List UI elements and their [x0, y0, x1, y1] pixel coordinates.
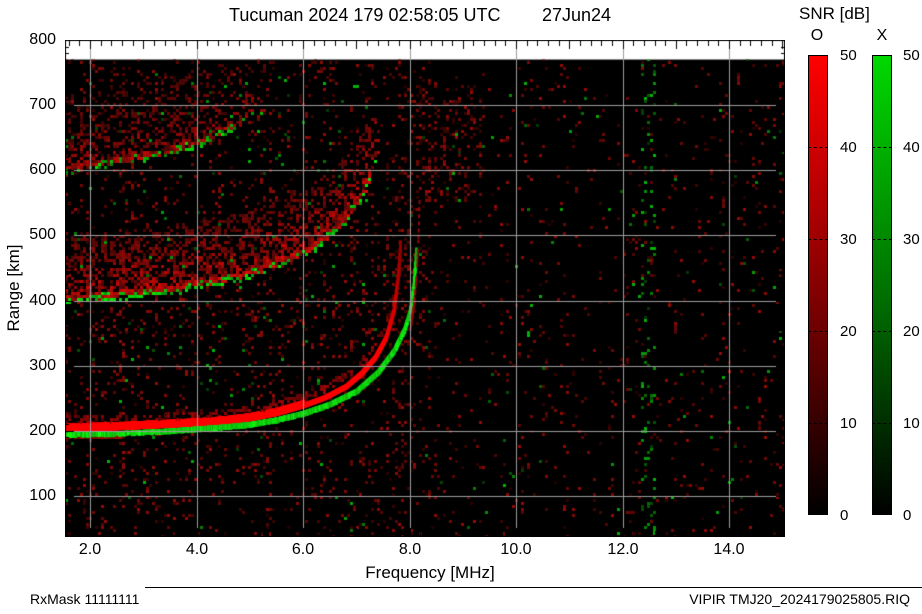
- x-axis-label: Frequency [MHz]: [365, 563, 495, 582]
- data-file-label: VIPIR TMJ20_2024179025805.RIQ: [689, 591, 910, 607]
- colorbar-tick-label: 0: [903, 507, 912, 524]
- colorbar-tick-dash: [872, 239, 892, 240]
- y-tick-label: 500: [29, 226, 56, 243]
- x-tick-label: 4.0: [185, 541, 209, 558]
- colorbar-tick-dash: [808, 147, 828, 148]
- colorbar-tick-label: 10: [903, 415, 920, 432]
- y-tick-label: 200: [29, 422, 56, 439]
- x-tick-label: 2.0: [78, 541, 102, 558]
- x-tick-label: 10.0: [500, 541, 532, 558]
- colorbar-tick-dash: [872, 423, 892, 424]
- colorbar-tick-label: 40: [903, 139, 920, 156]
- colorbar-o-gradient: [808, 55, 828, 515]
- colorbar-tick-label: 50: [903, 47, 920, 64]
- colorbar-tick-dash: [808, 239, 828, 240]
- y-axis-label: Range [km]: [4, 244, 23, 332]
- y-tick-label: 300: [29, 357, 56, 374]
- colorbar-tick-label: 40: [840, 139, 857, 156]
- colorbar-tick-label: 20: [903, 323, 920, 340]
- y-tick-label: 100: [29, 487, 56, 504]
- colorbar-title: SNR [dB]: [799, 4, 870, 23]
- colorbar-o-label: O: [810, 27, 824, 44]
- x-tick-label: 6.0: [291, 541, 315, 558]
- colorbar-x-gradient: [872, 55, 892, 515]
- plot-date: 27Jun24: [542, 5, 612, 25]
- colorbar-tick-label: 30: [903, 231, 920, 248]
- y-tick-label: 400: [29, 292, 56, 309]
- colorbar-tick-dash: [872, 331, 892, 332]
- x-tick-label: 12.0: [607, 541, 639, 558]
- colorbar-x-label: X: [876, 27, 888, 44]
- colorbar-tick-dash: [872, 147, 892, 148]
- y-tick-label: 800: [29, 31, 56, 48]
- colorbar-tick-label: 30: [840, 231, 857, 248]
- colorbar-tick-label: 50: [840, 47, 857, 64]
- ionogram-canvas: [65, 40, 785, 537]
- colorbar-tick-dash: [808, 331, 828, 332]
- rxmask-label: RxMask 11111111: [30, 591, 140, 607]
- plot-title: Tucuman 2024 179 02:58:05 UTC: [229, 5, 501, 25]
- colorbar-tick-label: 0: [840, 507, 849, 524]
- colorbar-tick-label: 10: [840, 415, 857, 432]
- colorbar-tick-label: 20: [840, 323, 857, 340]
- ionogram-figure: Tucuman 2024 179 02:58:05 UTC 27Jun24 Ra…: [0, 0, 922, 614]
- colorbar-tick-dash: [808, 423, 828, 424]
- x-tick-label: 8.0: [398, 541, 422, 558]
- footer-divider: [145, 587, 922, 588]
- x-tick-label: 14.0: [713, 541, 745, 558]
- y-tick-label: 700: [29, 96, 56, 113]
- y-tick-label: 600: [29, 161, 56, 178]
